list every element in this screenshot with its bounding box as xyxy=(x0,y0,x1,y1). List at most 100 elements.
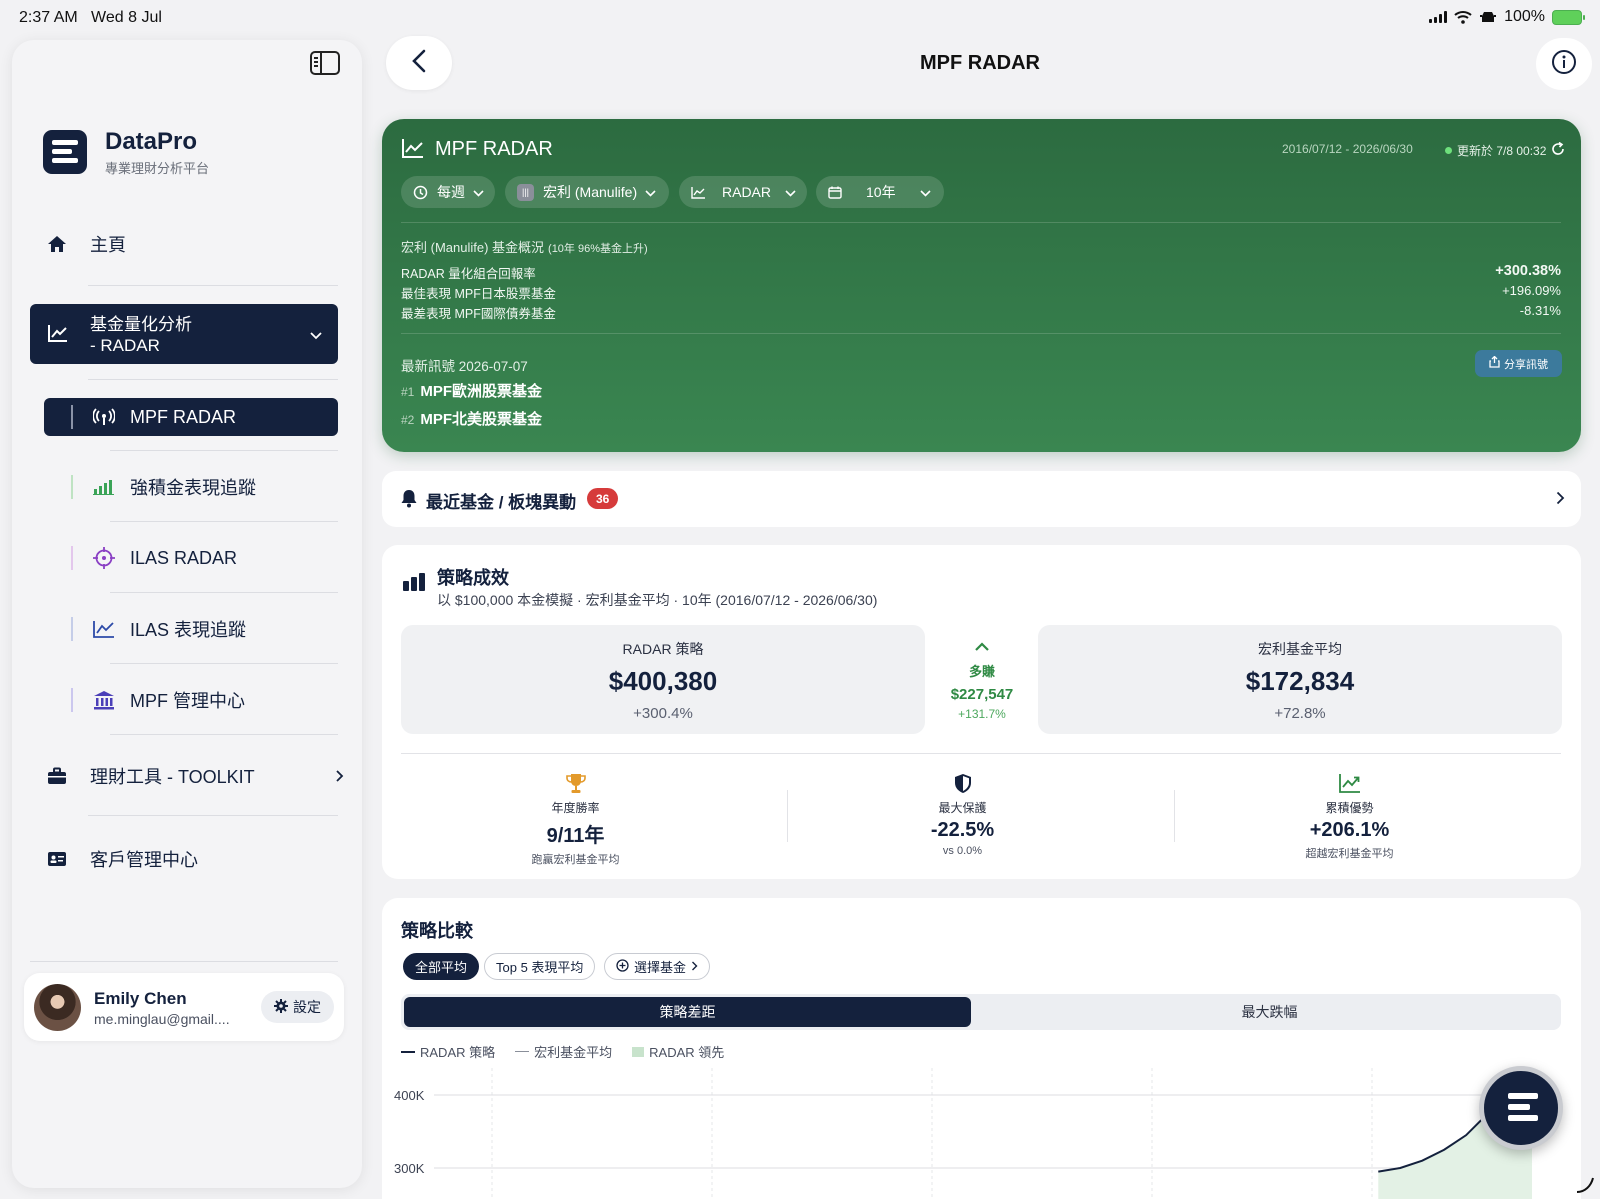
avatar xyxy=(34,984,81,1031)
chip-top5-average[interactable]: Top 5 表現平均 xyxy=(484,953,596,980)
compare-title: 策略比較 xyxy=(401,921,473,941)
sub-item-label: MPF 管理中心 xyxy=(130,691,245,711)
filter-provider[interactable]: ||| 宏利 (Manulife) xyxy=(505,176,669,208)
id-card-icon xyxy=(46,851,68,867)
stat-title: 年度勝率 xyxy=(551,801,600,815)
fund-alerts-row[interactable]: 最近基金 / 板塊異動 36 xyxy=(382,471,1581,527)
y-tick-label: 300K xyxy=(394,1161,425,1176)
box-pct: +72.8% xyxy=(1274,705,1326,722)
sub-item-ilas-tracking[interactable]: ILAS 表現追蹤 xyxy=(44,610,338,648)
extra-gain: 多賺 $227,547 +131.7% xyxy=(907,639,1057,721)
chip-select-fund[interactable]: 選擇基金 xyxy=(604,953,711,980)
box-pct: +300.4% xyxy=(633,705,693,722)
chevron-down-icon xyxy=(785,184,796,200)
line-chart-icon xyxy=(691,186,706,199)
nav-item-radar-group[interactable]: 基金量化分析 - RADAR xyxy=(30,304,338,364)
wifi-icon xyxy=(1454,11,1472,24)
segment-strategy-gap[interactable]: 策略差距 xyxy=(404,997,971,1027)
date-range: 2016/07/12 - 2026/06/30 xyxy=(1282,142,1413,156)
status-bar: 2:37 AM Wed 8 Jul 100% xyxy=(0,0,1600,36)
sub-item-ilas-radar[interactable]: ILAS RADAR xyxy=(44,539,338,577)
share-signal-button[interactable]: 分享訊號 xyxy=(1475,350,1562,377)
info-icon xyxy=(1551,49,1577,80)
radar-broadcast-icon xyxy=(92,408,116,426)
filter-frequency[interactable]: 每週 xyxy=(401,176,495,208)
resize-handle-icon[interactable] xyxy=(1575,1176,1595,1194)
nav-toolkit-label: 理財工具 - TOOLKIT xyxy=(90,767,255,787)
sub-item-mpf-radar[interactable]: MPF RADAR xyxy=(44,398,338,436)
radar-summary-card: MPF RADAR 2016/07/12 - 2026/06/30 更新於 7/… xyxy=(382,119,1581,452)
legend-radar-lead: RADAR 領先 xyxy=(632,1042,724,1061)
alerts-count-badge: 36 xyxy=(587,488,619,509)
filter-label: RADAR xyxy=(722,184,772,200)
battery-percent: 100% xyxy=(1504,8,1545,25)
page-title: MPF RADAR xyxy=(920,52,1040,74)
divider xyxy=(110,663,338,664)
back-button[interactable] xyxy=(386,36,452,90)
signal-item[interactable]: #1 MPF歐洲股票基金 xyxy=(401,380,542,401)
chevron-right-icon xyxy=(691,959,698,974)
share-icon xyxy=(1489,355,1500,371)
filter-period[interactable]: 10年 xyxy=(816,176,944,208)
app-fab-button[interactable] xyxy=(1479,1066,1563,1150)
updated-text: 更新於 7/8 00:32 xyxy=(1457,144,1547,158)
sub-item-mpf-tracking[interactable]: 強積金表現追蹤 xyxy=(44,468,338,506)
nav-item-toolkit[interactable]: 理財工具 - TOOLKIT xyxy=(46,756,346,796)
settings-label: 設定 xyxy=(293,999,321,1015)
stat-sub: 超越宏利基金平均 xyxy=(1305,848,1394,860)
user-card[interactable]: Emily Chen me.minglau@gmail.... 設定 xyxy=(24,973,344,1041)
fund-average-box: 宏利基金平均 $172,834 +72.8% xyxy=(1038,625,1562,734)
refresh-icon[interactable] xyxy=(1551,141,1565,159)
gain-title: 多賺 xyxy=(968,664,995,679)
nav-item-home[interactable]: 主頁 xyxy=(46,224,346,264)
briefcase-icon xyxy=(46,767,68,785)
chevron-right-icon xyxy=(336,766,344,787)
box-title: RADAR 策略 xyxy=(622,641,704,657)
sub-item-label: MPF RADAR xyxy=(130,406,237,427)
history-icon xyxy=(413,185,428,200)
home-icon xyxy=(46,235,68,253)
divider xyxy=(110,521,338,522)
divider xyxy=(110,450,338,451)
bar-chart-icon xyxy=(92,479,116,495)
alerts-label: 最近基金 / 板塊異動 xyxy=(426,493,577,512)
divider xyxy=(88,815,338,816)
gear-icon xyxy=(274,998,288,1016)
status-dot xyxy=(1445,147,1452,154)
radar-strategy-box: RADAR 策略 $400,380 +300.4% xyxy=(401,625,925,734)
stat-title: 累積優勢 xyxy=(1325,801,1374,815)
divider xyxy=(88,379,338,380)
line-chart-icon xyxy=(92,620,116,638)
plus-circle-icon xyxy=(616,958,629,975)
overview-row: RADAR 量化組合回報率 +300.38% xyxy=(401,263,1561,281)
legend-radar: RADAR 策略 xyxy=(401,1042,495,1061)
overview-note: (10年 96%基金上升) xyxy=(548,243,648,255)
info-button[interactable] xyxy=(1536,38,1592,90)
sidebar: DataPro 專業理財分析平台 主頁 基金量化分析 - RADAR MPF RA… xyxy=(12,40,362,1188)
updated-status: 更新於 7/8 00:32 xyxy=(1445,141,1565,159)
car-icon xyxy=(1480,12,1497,22)
chevron-down-icon xyxy=(645,184,656,200)
filter-label: 每週 xyxy=(437,184,465,200)
sub-item-label: ILAS 表現追蹤 xyxy=(130,620,247,640)
nav-item-clients[interactable]: 客戶管理中心 xyxy=(46,839,346,879)
signal-title: 最新訊號 2026-07-07 xyxy=(401,359,528,374)
sub-item-mpf-center[interactable]: MPF 管理中心 xyxy=(44,681,338,719)
line-chart-icon xyxy=(402,138,424,163)
trophy-icon xyxy=(382,773,769,797)
signal-item[interactable]: #2 MPF北美股票基金 xyxy=(401,408,542,429)
settings-button[interactable]: 設定 xyxy=(261,991,334,1023)
box-value: $172,834 xyxy=(1245,666,1355,696)
divider xyxy=(401,222,1561,223)
gain-value: $227,547 xyxy=(950,686,1014,703)
chip-all-average[interactable]: 全部平均 xyxy=(403,953,480,980)
overview-title: 宏利 (Manulife) 基金概況 (10年 96%基金上升) xyxy=(401,240,648,255)
card-title: MPF RADAR xyxy=(435,138,553,160)
stat-value: +206.1% xyxy=(1309,819,1390,841)
sidebar-toggle-icon[interactable] xyxy=(310,51,340,75)
segment-max-drawdown[interactable]: 最大跌幅 xyxy=(981,997,1558,1027)
sub-item-label: ILAS RADAR xyxy=(130,547,238,568)
status-right: 100% xyxy=(1429,8,1585,26)
stat-sub: 跑贏宏利基金平均 xyxy=(531,854,620,866)
filter-strategy[interactable]: RADAR xyxy=(679,176,807,208)
